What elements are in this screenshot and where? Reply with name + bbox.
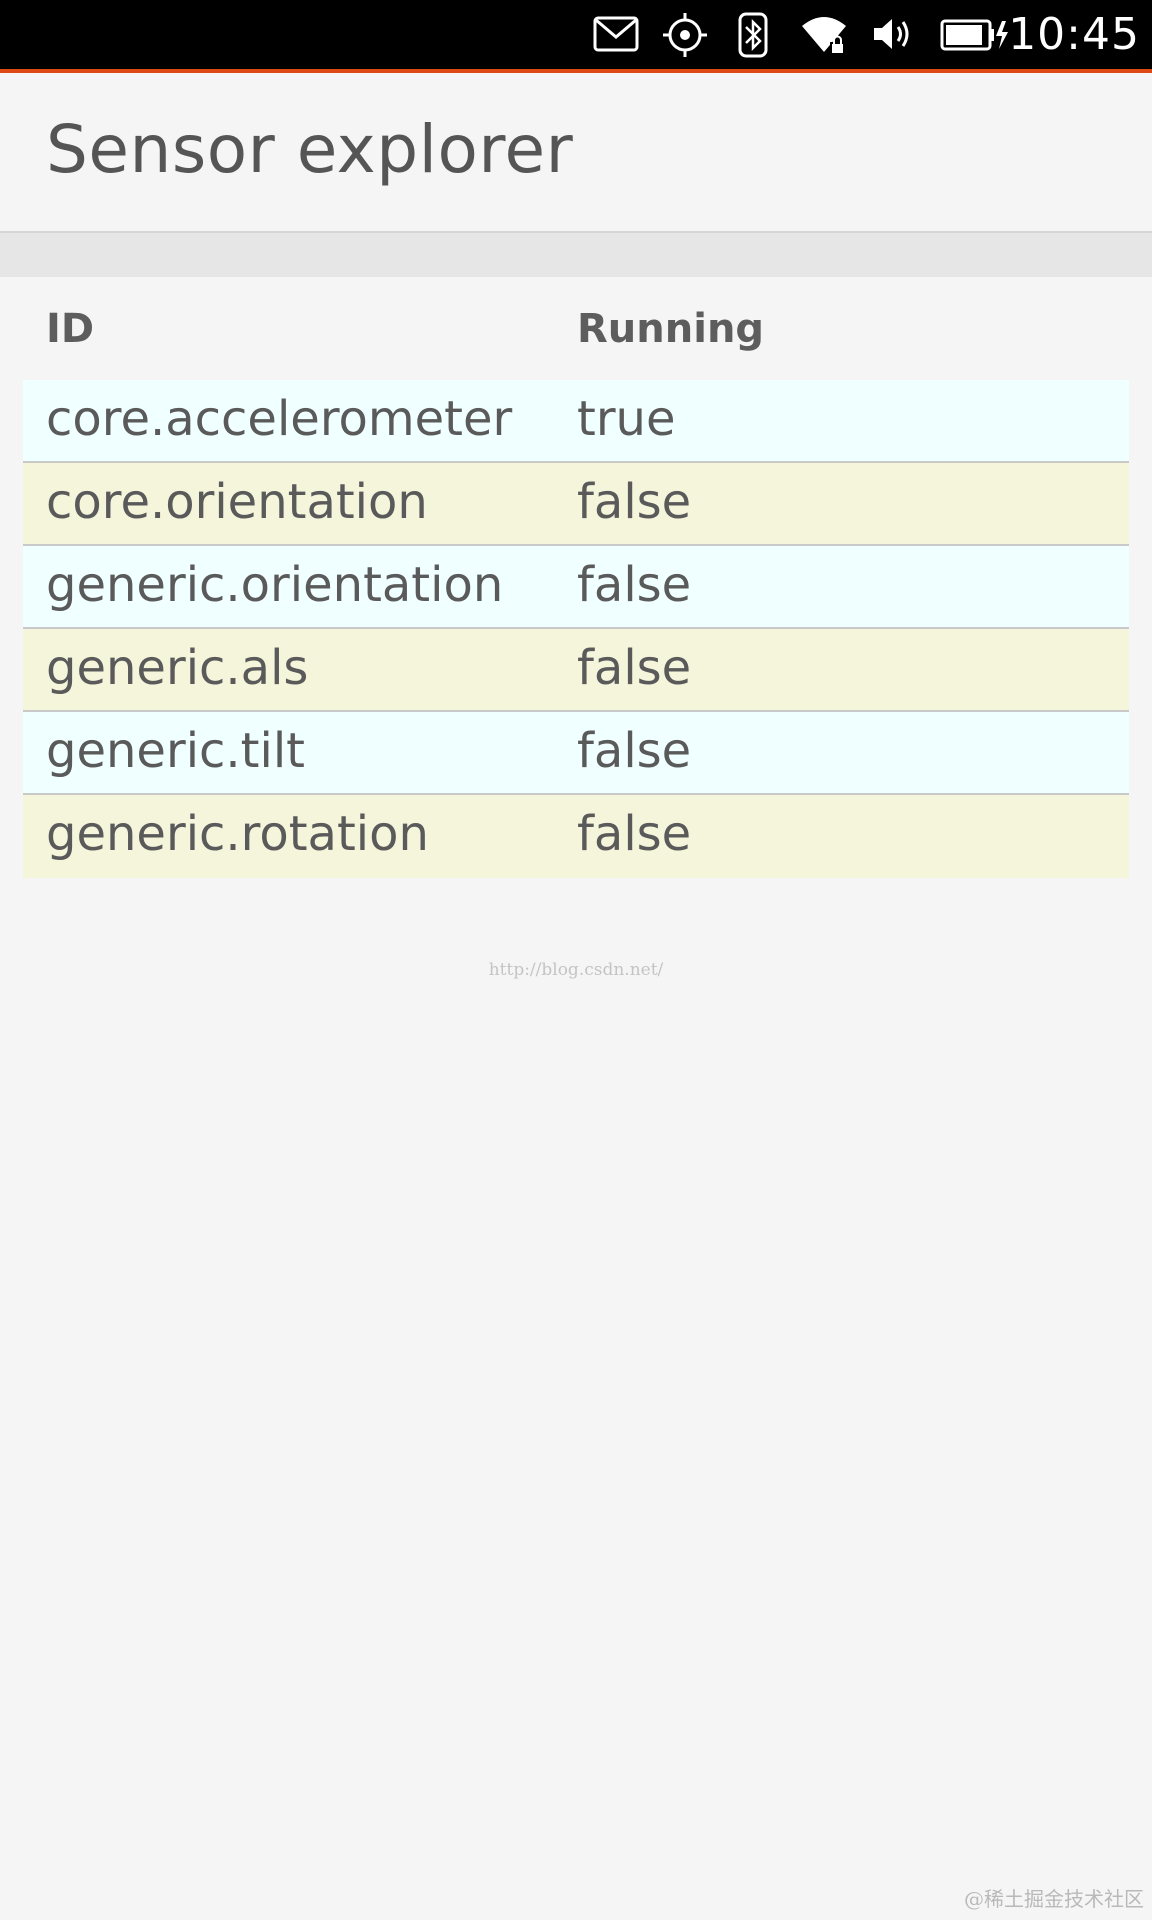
bluetooth-icon — [738, 12, 768, 58]
column-header-running: Running — [577, 306, 765, 352]
table-row[interactable]: core.orientation false — [23, 463, 1129, 546]
table-row[interactable]: core.accelerometer true — [23, 380, 1129, 463]
sensor-id-cell: core.accelerometer — [46, 391, 513, 447]
sensor-id-cell: generic.orientation — [46, 557, 504, 613]
wifi-locked-icon — [800, 14, 848, 60]
page-title: Sensor explorer — [46, 111, 574, 188]
table-row[interactable]: generic.rotation false — [23, 795, 1129, 878]
header-divider-strip — [0, 233, 1152, 277]
sensor-id-cell: core.orientation — [46, 474, 428, 530]
table-row[interactable]: generic.als false — [23, 629, 1129, 712]
status-bar[interactable]: 10:45 — [0, 0, 1152, 69]
sensor-running-cell: true — [577, 391, 676, 447]
sensor-running-cell: false — [577, 640, 692, 696]
watermark-url: http://blog.csdn.net/ — [488, 960, 664, 980]
sensor-id-cell: generic.rotation — [46, 806, 429, 862]
screen: 10:45 Sensor explorer ID Running core.ac… — [0, 0, 1152, 1920]
table-header: ID Running — [23, 292, 1129, 380]
page-header: Sensor explorer — [0, 73, 1152, 233]
sensor-running-cell: false — [577, 723, 692, 779]
sensor-running-cell: false — [577, 806, 692, 862]
table-row[interactable]: generic.tilt false — [23, 712, 1129, 795]
clock: 10:45 — [1008, 9, 1140, 60]
sensor-id-cell: generic.tilt — [46, 723, 305, 779]
watermark-corner: @稀土掘金技术社区 — [964, 1887, 1144, 1911]
column-header-id: ID — [46, 306, 95, 352]
sensor-table: ID Running core.accelerometer true core.… — [23, 292, 1129, 878]
sensor-id-cell: generic.als — [46, 640, 309, 696]
mail-icon — [593, 16, 639, 62]
battery-charging-icon — [940, 18, 1010, 64]
sensor-running-cell: false — [577, 474, 692, 530]
sensor-running-cell: false — [577, 557, 692, 613]
location-icon — [662, 12, 708, 58]
table-row[interactable]: generic.orientation false — [23, 546, 1129, 629]
volume-icon — [872, 14, 914, 60]
